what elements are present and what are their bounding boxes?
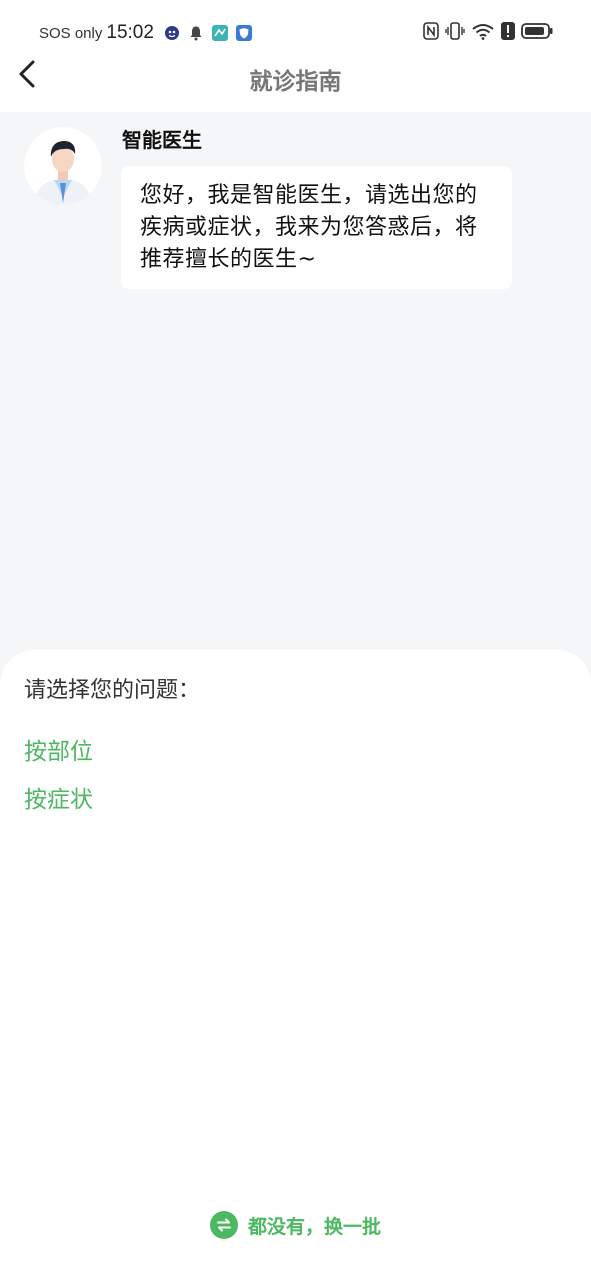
wifi-icon	[471, 22, 495, 44]
doctor-name: 智能医生	[122, 128, 202, 152]
message-text: 您好，我是智能医生，请选出您的疾病或症状，我来为您答惑后，将推荐擅长的医生~	[140, 183, 478, 272]
option-by-body-part[interactable]: 按部位	[24, 732, 93, 766]
message-bubble: 您好，我是智能医生，请选出您的疾病或症状，我来为您答惑后，将推荐擅长的医生~	[121, 166, 512, 289]
app-notification-icon	[164, 25, 180, 41]
carrier-text: SOS only	[39, 24, 103, 42]
chat-area: 智能医生 您好，我是智能医生，请选出您的疾病或症状，我来为您答惑后，将推荐擅长的…	[0, 112, 591, 652]
screen: SOS only 15:02 就诊指南 智能医生 您好，我是智能医生，请选出您的…	[0, 0, 591, 1280]
option-by-symptom[interactable]: 按症状	[24, 780, 93, 814]
map-app-icon	[211, 25, 228, 41]
bell-icon	[188, 25, 204, 41]
question-panel: 请选择您的问题： 按部位 按症状 都没有，换一批	[0, 650, 591, 1280]
question-prompt: 请选择您的问题：	[24, 678, 201, 703]
swap-icon	[209, 1211, 238, 1239]
vibrate-icon	[445, 22, 465, 44]
status-right	[417, 22, 553, 44]
doctor-avatar	[24, 127, 102, 205]
refresh-label: 都没有，换一批	[247, 1215, 381, 1238]
nfc-icon	[423, 22, 439, 44]
clock-time: 15:02	[106, 22, 154, 43]
doctor-icon	[24, 127, 102, 205]
shield-app-icon	[235, 25, 252, 41]
alert-icon	[501, 22, 515, 44]
status-left: SOS only 15:02	[39, 20, 260, 46]
header: 就诊指南	[0, 50, 591, 112]
refresh-button[interactable]: 都没有，换一批	[0, 1208, 591, 1242]
page-title: 就诊指南	[249, 69, 342, 95]
battery-icon	[521, 22, 553, 44]
